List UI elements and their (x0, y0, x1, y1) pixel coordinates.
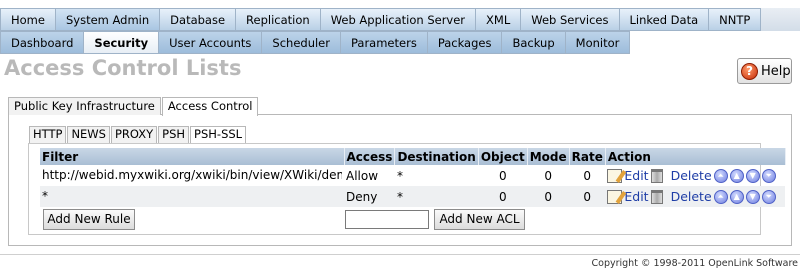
trash-icon[interactable] (650, 189, 663, 204)
row-rate: 0 (569, 186, 606, 207)
row-destination: * (394, 186, 479, 207)
help-button[interactable]: ? Help (737, 58, 792, 84)
row-destination: * (396, 168, 403, 183)
edit-icon[interactable] (607, 168, 623, 183)
delete-link[interactable]: Delete (671, 189, 712, 204)
protocol-tab-strip: HTTP NEWS PROXY PSH PSH-SSL (29, 126, 247, 143)
tab-news[interactable]: NEWS (67, 126, 110, 143)
edit-icon[interactable] (607, 189, 623, 204)
nav-tab-system-admin[interactable]: System Admin (55, 8, 161, 31)
tab-psh[interactable]: PSH (158, 126, 190, 143)
move-up-icon[interactable]: ▲ (729, 189, 744, 204)
add-new-acl-button[interactable]: Add New ACL (434, 209, 525, 230)
add-new-rule-button[interactable]: Add New Rule (43, 209, 135, 230)
nav-tab-xml[interactable]: XML (476, 8, 522, 31)
tab-proxy[interactable]: PROXY (110, 126, 158, 143)
subnav-tab-monitor[interactable]: Monitor (565, 31, 631, 54)
subnav-tab-security[interactable]: Security (84, 31, 160, 54)
trash-icon[interactable] (650, 168, 663, 183)
move-down-icon[interactable]: ▼ (745, 189, 760, 204)
row-object: 0 (498, 168, 507, 183)
subnav-tab-scheduler[interactable]: Scheduler (262, 31, 341, 54)
nav-tab-replication[interactable]: Replication (236, 8, 321, 31)
col-access: Access (344, 148, 396, 165)
tab-access-control[interactable]: Access Control (161, 97, 259, 116)
subnav-tab-backup[interactable]: Backup (502, 31, 566, 54)
edit-link[interactable]: Edit (624, 168, 648, 183)
row-access: Deny (344, 186, 395, 207)
nav-tab-home[interactable]: Home (0, 8, 56, 31)
row-actions: Edit Delete ⏶ ▲ ▼ ⏷ (607, 189, 783, 204)
tab-http[interactable]: HTTP (29, 126, 67, 143)
row-filter: http://webid.myxwiki.org/xwiki/bin/view/… (42, 168, 342, 182)
edit-link[interactable]: Edit (624, 189, 648, 204)
move-down-icon[interactable]: ▼ (745, 168, 760, 183)
acl-table: Filter Access Destination Object Mode Ra… (40, 148, 786, 207)
page-title: Access Control Lists (4, 56, 242, 80)
outer-tab-strip: Public Key Infrastructure Access Control (8, 97, 259, 116)
subnav-tab-dashboard[interactable]: Dashboard (0, 31, 85, 54)
row-object: 0 (478, 186, 528, 207)
nav-tab-web-services[interactable]: Web Services (521, 8, 620, 31)
move-top-icon[interactable]: ⏶ (713, 189, 728, 204)
acl-name-input[interactable] (345, 210, 429, 229)
help-button-label: Help (761, 63, 791, 79)
footer-divider (0, 254, 800, 255)
move-up-icon[interactable]: ▲ (729, 168, 744, 183)
delete-link[interactable]: Delete (671, 168, 712, 183)
acl-table-header: Filter Access Destination Object Mode Ra… (40, 148, 786, 165)
col-rate: Rate (569, 148, 606, 165)
nav-tab-database[interactable]: Database (160, 8, 237, 31)
primary-nav: Home System Admin Database Replication W… (0, 8, 762, 31)
row-actions: Edit Delete ⏶ ▲ ▼ ⏷ (607, 168, 783, 183)
table-row: http://webid.myxwiki.org/xwiki/bin/view/… (40, 165, 785, 186)
col-destination: Destination (394, 148, 479, 165)
row-mode: 0 (527, 186, 570, 207)
table-row: * Deny * 0 0 0 Edit Delete ⏶ ▲ ▼ ⏷ (40, 186, 786, 207)
secondary-nav: Dashboard Security User Accounts Schedul… (0, 31, 631, 54)
nav-tab-linked-data[interactable]: Linked Data (619, 8, 710, 31)
subnav-tab-parameters[interactable]: Parameters (340, 31, 428, 54)
move-top-icon[interactable]: ⏶ (713, 168, 728, 183)
row-mode: 0 (544, 168, 552, 183)
copyright-footer: Copyright © 1998-2011 OpenLink Software (591, 258, 799, 269)
col-object: Object (478, 148, 528, 165)
tab-psh-ssl[interactable]: PSH-SSL (190, 126, 247, 143)
tab-public-key-infrastructure[interactable]: Public Key Infrastructure (8, 97, 161, 115)
move-bottom-icon[interactable]: ⏷ (761, 189, 776, 204)
row-filter: * (42, 189, 48, 203)
subnav-tab-packages[interactable]: Packages (427, 31, 503, 54)
move-bottom-icon[interactable]: ⏷ (761, 168, 776, 183)
col-filter: Filter (40, 148, 345, 165)
subnav-tab-user-accounts[interactable]: User Accounts (159, 31, 263, 54)
col-action: Action (605, 148, 786, 165)
nav-tab-web-application-server[interactable]: Web Application Server (320, 8, 477, 31)
help-icon: ? (741, 62, 758, 80)
nav-tab-nntp[interactable]: NNTP (709, 8, 762, 31)
col-mode: Mode (527, 148, 570, 165)
row-access: Allow (346, 168, 379, 183)
row-rate: 0 (583, 168, 592, 183)
